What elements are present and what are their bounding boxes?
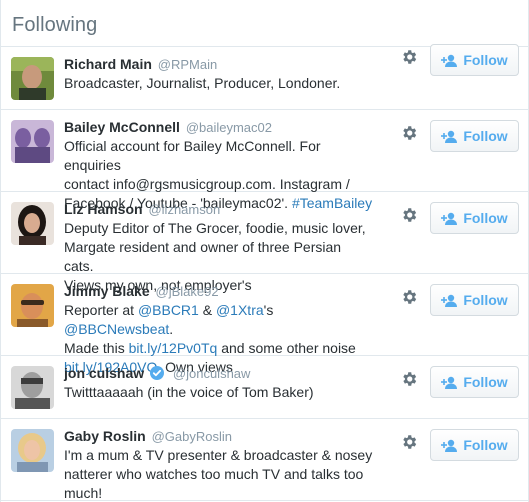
gear-icon[interactable] [399, 369, 419, 389]
user-bio: I'm a mum & TV presenter & broadcaster &… [64, 447, 373, 501]
user-name[interactable]: Liz Hamson [64, 201, 143, 217]
user-row-bailey-mcconnell: Bailey McConnell @baileymac02 Official a… [1, 110, 528, 211]
follow-button[interactable]: Follow [430, 44, 519, 76]
avatar-liz-hamson[interactable] [11, 202, 54, 245]
avatar-bailey-mcconnell[interactable] [11, 120, 54, 163]
user-name[interactable]: Bailey McConnell [64, 119, 180, 135]
user-name[interactable]: Jimmy Blake [64, 283, 150, 299]
user-row-richard-main: Richard Main @RPMain Broadcaster, Journa… [1, 44, 528, 110]
add-user-icon [441, 54, 458, 67]
user-handle[interactable]: @RPMain [158, 57, 217, 72]
user-handle[interactable]: @jBlake92 [156, 284, 219, 299]
gear-icon[interactable] [399, 432, 419, 452]
user-row-jimmy-blake: Jimmy Blake @jBlake92 Reporter at @BBCR1… [1, 274, 528, 375]
add-user-icon [441, 212, 458, 225]
verified-badge-icon [150, 366, 165, 380]
add-user-icon [441, 294, 458, 307]
following-header: Following [1, 0, 528, 47]
user-content: Richard Main @RPMain Broadcaster, Journa… [64, 55, 374, 93]
user-handle[interactable]: @baileymac02 [186, 120, 272, 135]
user-name[interactable]: jon culshaw [64, 365, 144, 381]
avatar-richard-main[interactable] [11, 57, 54, 100]
gear-icon[interactable] [399, 205, 419, 225]
mention-link[interactable]: @BBCR1 [138, 302, 199, 318]
avatar-jimmy-blake[interactable] [11, 284, 54, 327]
gear-icon[interactable] [399, 123, 419, 143]
avatar-gaby-roslin[interactable] [11, 429, 54, 472]
add-user-icon [441, 376, 458, 389]
avatar-jon-culshaw[interactable] [11, 366, 54, 409]
user-row-gaby-roslin: Gaby Roslin @GabyRoslin I'm a mum & TV p… [1, 419, 528, 501]
follow-button[interactable]: Follow [430, 120, 519, 152]
user-name[interactable]: Richard Main [64, 56, 152, 72]
user-handle[interactable]: @lizhamson [148, 202, 220, 217]
add-user-icon [441, 439, 458, 452]
user-name[interactable]: Gaby Roslin [64, 428, 146, 444]
add-user-icon [441, 130, 458, 143]
url-link[interactable]: bit.ly/12Pv0Tq [129, 340, 218, 356]
user-handle[interactable]: @GabyRoslin [152, 429, 232, 444]
follow-button[interactable]: Follow [430, 429, 519, 461]
user-bio: Twitttaaaaah (in the voice of Tom Baker) [64, 384, 314, 400]
gear-icon[interactable] [399, 47, 419, 67]
user-content: Gaby Roslin @GabyRoslin I'm a mum & TV p… [64, 427, 374, 502]
mention-link[interactable]: @1Xtra [216, 302, 264, 318]
user-content: jon culshaw @jonculshaw Twitttaaaaah (in… [64, 364, 374, 402]
user-bio: Broadcaster, Journalist, Producer, Londo… [64, 75, 341, 91]
mention-link[interactable]: @BBCNewsbeat [64, 321, 169, 337]
follow-button[interactable]: Follow [430, 366, 519, 398]
following-panel: Following Richard Main @RPMain Broadcast… [0, 0, 529, 502]
user-row-jon-culshaw: jon culshaw @jonculshaw Twitttaaaaah (in… [1, 356, 528, 419]
user-row-liz-hamson: Liz Hamson @lizhamson Deputy Editor of T… [1, 192, 528, 293]
user-handle[interactable]: @jonculshaw [173, 366, 251, 381]
page-title: Following [12, 14, 98, 36]
follow-button[interactable]: Follow [430, 284, 519, 316]
gear-icon[interactable] [399, 287, 419, 307]
follow-button[interactable]: Follow [430, 202, 519, 234]
